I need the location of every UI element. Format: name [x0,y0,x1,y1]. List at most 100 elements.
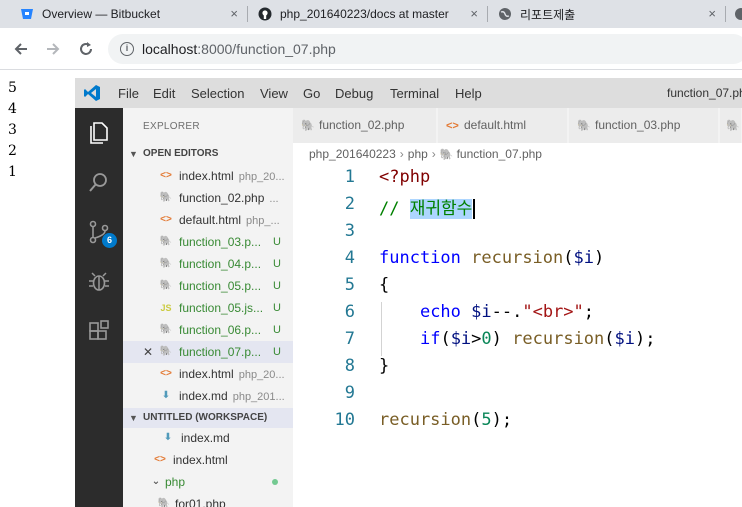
open-editor-item-active[interactable]: ✕ 🐘 function_07.p... U [123,341,293,363]
editor-tab[interactable]: 🐘 function_02.php [293,108,437,143]
search-button[interactable] [85,168,113,196]
menu-go[interactable]: Go [303,86,320,101]
tab-label: function_02.php [319,118,405,132]
open-editor-item[interactable]: <> default.html php_... [123,209,293,231]
menu-debug[interactable]: Debug [335,86,373,101]
file-name: index.html [179,367,234,381]
menu-view[interactable]: View [260,86,288,101]
close-icon[interactable]: ✕ [143,341,153,363]
workspace-header[interactable]: ▼ UNTITLED (WORKSPACE) [123,408,293,428]
file-name: function_02.php [179,191,265,205]
punct-token: ) [491,329,513,349]
punct-token: ); [491,410,513,430]
info-icon[interactable]: i [120,42,134,56]
selected-text: 재귀함수 [409,199,473,219]
function-name-token: recursion [512,329,605,349]
output-line: 1 [8,164,17,180]
breadcrumb-item[interactable]: php [408,147,428,161]
operator-token: --. [491,302,523,322]
editor-tab-partial[interactable]: 🐘 [720,108,742,143]
file-path: ... [269,193,279,205]
code-line: { [379,275,389,295]
code-line: recursion(5); [379,410,512,430]
html-file-icon: <> [160,170,172,181]
file-name: index.md [181,431,230,445]
php-file-icon: 🐘 [726,120,740,132]
workspace-folder[interactable]: ⌄ php [123,471,293,493]
open-editor-item[interactable]: <> index.html php_20... [123,165,293,187]
close-icon[interactable]: × [708,6,716,21]
comment-token: // [379,199,410,219]
php-file-icon: 🐘 [301,120,315,132]
untracked-status: U [273,324,281,336]
html-file-icon: <> [446,120,459,132]
php-file-icon: 🐘 [439,149,457,161]
debug-button[interactable] [85,268,113,296]
file-name: default.html [179,213,242,227]
line-number: 2 [344,194,355,214]
open-editor-item[interactable]: ⬇ index.md php_201... [123,385,293,407]
new-tab-favicon[interactable] [734,7,742,21]
file-path: php_20... [238,171,285,183]
php-file-icon: 🐘 [159,324,173,335]
line-number: 5 [344,275,355,295]
search-icon [89,173,107,192]
text-cursor [473,199,476,219]
menu-edit[interactable]: Edit [153,86,175,101]
code-editor[interactable]: 1 2 3 4 5 6 7 8 9 10 <?php // 재귀함수 funct… [293,165,742,507]
menu-help[interactable]: Help [455,86,482,101]
explorer-button[interactable] [85,118,113,146]
reload-button[interactable] [74,37,98,61]
variable-token: $i [450,329,472,349]
close-icon[interactable]: × [230,6,238,21]
editor-tab[interactable]: 🐘 function_03.php [569,108,719,143]
number-token: 5 [481,410,492,430]
open-editor-item[interactable]: <> index.html php_20... [123,363,293,385]
open-editors-header[interactable]: ▼ OPEN EDITORS [123,144,293,164]
open-editor-item[interactable]: 🐘 function_04.p... U [123,253,293,275]
open-editor-item[interactable]: 🐘 function_03.p... U [123,231,293,253]
url-path: :8000/function_07.php [197,41,336,57]
workspace-item[interactable]: <> index.html [123,449,293,471]
markdown-file-icon: ⬇ [163,432,173,443]
workspace-item[interactable]: ⬇ index.md [123,427,293,449]
forward-button[interactable] [41,37,65,61]
arrow-right-icon [47,43,60,55]
browser-tab-bitbucket[interactable]: Overview — Bitbucket × [20,0,246,28]
close-icon[interactable]: × [470,6,478,21]
file-name: function_05.p... [179,279,262,293]
address-url: localhost:8000/function_07.php [142,41,336,57]
explorer-sidebar: EXPLORER ▼ OPEN EDITORS <> index.html php… [123,108,293,507]
browser-tab-report[interactable]: 리포트제출 × [498,0,724,28]
file-name: for01.php [175,497,226,507]
php-file-icon: 🐘 [577,120,591,132]
menu-terminal[interactable]: Terminal [390,86,439,101]
untracked-status: U [273,302,281,314]
file-path: php_201... [232,391,285,403]
menu-file[interactable]: File [118,86,139,101]
back-button[interactable] [9,37,33,61]
extensions-button[interactable] [85,318,113,346]
open-editor-item[interactable]: 🐘 function_02.php... [123,187,293,209]
line-number: 7 [344,329,355,349]
open-editor-item[interactable]: 🐘 function_06.p... U [123,319,293,341]
arrow-left-icon [14,43,27,55]
workspace-item[interactable]: 🐘 for01.php [123,493,293,507]
vscode-window: File Edit Selection View Go Debug Termin… [75,78,742,507]
menu-selection[interactable]: Selection [191,86,244,101]
open-editor-item[interactable]: JS function_05.js... U [123,297,293,319]
address-bar[interactable]: i localhost:8000/function_07.php [108,34,742,64]
breadcrumb-item[interactable]: php_201640223 [309,147,396,161]
line-number: 9 [344,383,355,403]
brace-token: { [379,275,390,295]
breadcrumb-item[interactable]: function_07.php [457,147,542,161]
file-path: php_20... [238,369,285,381]
browser-toolbar: i localhost:8000/function_07.php [0,28,742,70]
open-editor-item[interactable]: 🐘 function_05.p... U [123,275,293,297]
scm-badge: 6 [102,233,117,248]
file-name: index.html [179,169,234,183]
markdown-file-icon: ⬇ [161,390,171,401]
browser-tab-github[interactable]: php_201640223/docs at master × [258,0,486,28]
page-output: 5 4 3 2 1 [8,78,17,183]
editor-tab[interactable]: <> default.html [438,108,568,143]
